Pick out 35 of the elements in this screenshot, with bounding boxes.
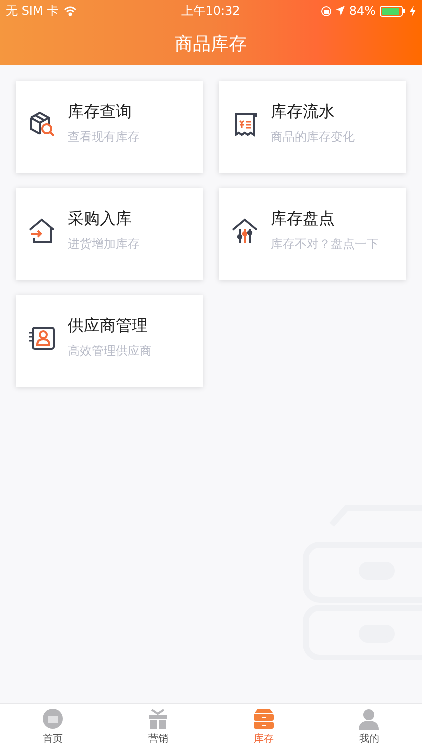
- tab-item[interactable]: 首页: [0, 704, 106, 750]
- house-arrow-icon: [28, 217, 56, 245]
- card-title: 库存流水: [271, 102, 336, 123]
- menu-card[interactable]: 库存流水 商品的库存变化: [219, 81, 406, 173]
- menu-card[interactable]: 供应商管理 高效管理供应商: [16, 295, 203, 387]
- card-subtitle: 查看现有库存: [68, 129, 140, 146]
- card-title: 采购入库: [68, 209, 133, 230]
- battery-percent: 84%: [349, 4, 376, 18]
- card-subtitle: 商品的库存变化: [271, 129, 355, 146]
- card-title: 库存查询: [68, 102, 133, 123]
- menu-card[interactable]: 库存盘点 库存不对？盘点一下: [219, 188, 406, 280]
- contact-card-icon: [28, 324, 56, 352]
- menu-card[interactable]: 采购入库 进货增加库存: [16, 188, 203, 280]
- charging-icon: [410, 6, 416, 16]
- tab-item[interactable]: 营销: [106, 704, 211, 750]
- home-icon: [42, 708, 64, 730]
- battery-icon: [380, 6, 406, 16]
- card-title: 供应商管理: [68, 316, 149, 337]
- card-subtitle: 高效管理供应商: [68, 343, 152, 360]
- tab-item[interactable]: 我的: [316, 704, 422, 750]
- clock-time: 上午10:32: [182, 2, 240, 20]
- wifi-icon: [64, 6, 78, 16]
- box-search-icon: [28, 110, 56, 138]
- menu-card[interactable]: 库存查询 查看现有库存: [16, 81, 203, 173]
- drawer-icon: [252, 708, 275, 730]
- page-title: 商品库存: [175, 32, 247, 56]
- house-sliders-icon: [231, 217, 259, 245]
- location-icon: [336, 6, 346, 16]
- rotation-lock-icon: [321, 6, 332, 16]
- person-icon: [358, 708, 380, 730]
- card-title: 库存盘点: [271, 209, 336, 230]
- carrier-label: 无 SIM 卡: [6, 2, 60, 20]
- gift-icon: [147, 708, 170, 730]
- card-subtitle: 库存不对？盘点一下: [271, 236, 379, 253]
- card-subtitle: 进货增加库存: [68, 236, 140, 253]
